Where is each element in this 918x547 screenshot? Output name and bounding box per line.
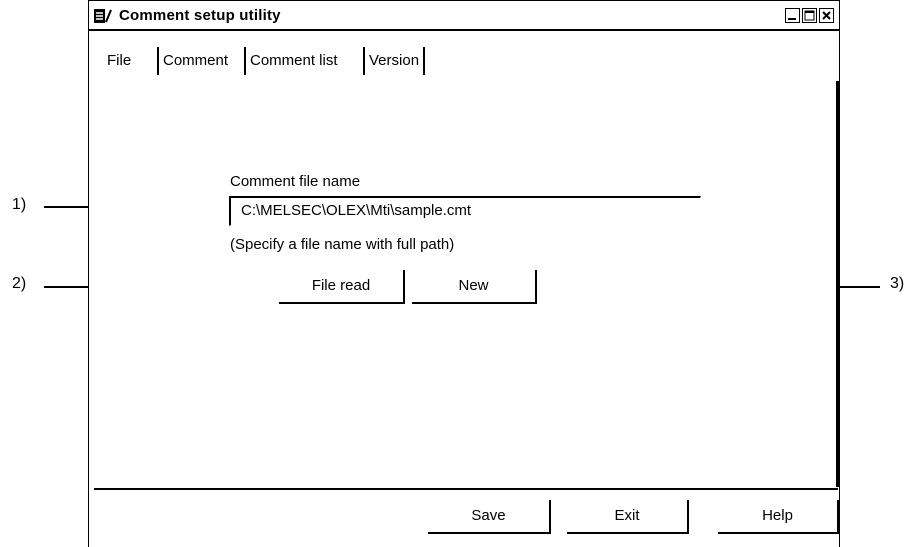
maximize-icon bbox=[804, 10, 815, 21]
title-bar: Comment setup utility bbox=[89, 1, 839, 31]
tab-pane-border-right bbox=[836, 81, 839, 487]
file-path-hint: (Specify a file name with full path) bbox=[230, 236, 455, 253]
dialog-window: Comment setup utility File Comment Comme… bbox=[88, 0, 840, 547]
tab-comment-list[interactable]: Comment list bbox=[244, 47, 342, 75]
tab-comment[interactable]: Comment bbox=[157, 47, 232, 75]
annotation-1: 1) bbox=[12, 196, 27, 213]
tab-pane-border-bottom bbox=[94, 488, 838, 490]
close-icon bbox=[822, 11, 831, 20]
tab-file[interactable]: File bbox=[103, 47, 135, 75]
annotation-3: 3) bbox=[890, 275, 905, 292]
file-read-button[interactable]: File read bbox=[279, 270, 405, 304]
window-title: Comment setup utility bbox=[119, 7, 281, 24]
minimize-button[interactable] bbox=[785, 8, 800, 23]
annotation-2: 2) bbox=[12, 275, 27, 292]
new-button[interactable]: New bbox=[412, 270, 537, 304]
tab-version[interactable]: Version bbox=[363, 47, 426, 75]
exit-button[interactable]: Exit bbox=[567, 500, 689, 534]
close-button[interactable] bbox=[819, 8, 834, 23]
app-icon bbox=[94, 9, 112, 23]
maximize-button[interactable] bbox=[802, 8, 817, 23]
comment-file-name-label: Comment file name bbox=[230, 173, 361, 190]
save-button[interactable]: Save bbox=[428, 500, 551, 534]
minimize-icon bbox=[788, 18, 796, 20]
comment-file-name-input[interactable]: C:\MELSEC\OLEX\Mti\sample.cmt bbox=[229, 196, 701, 226]
help-button[interactable]: Help bbox=[718, 500, 839, 534]
